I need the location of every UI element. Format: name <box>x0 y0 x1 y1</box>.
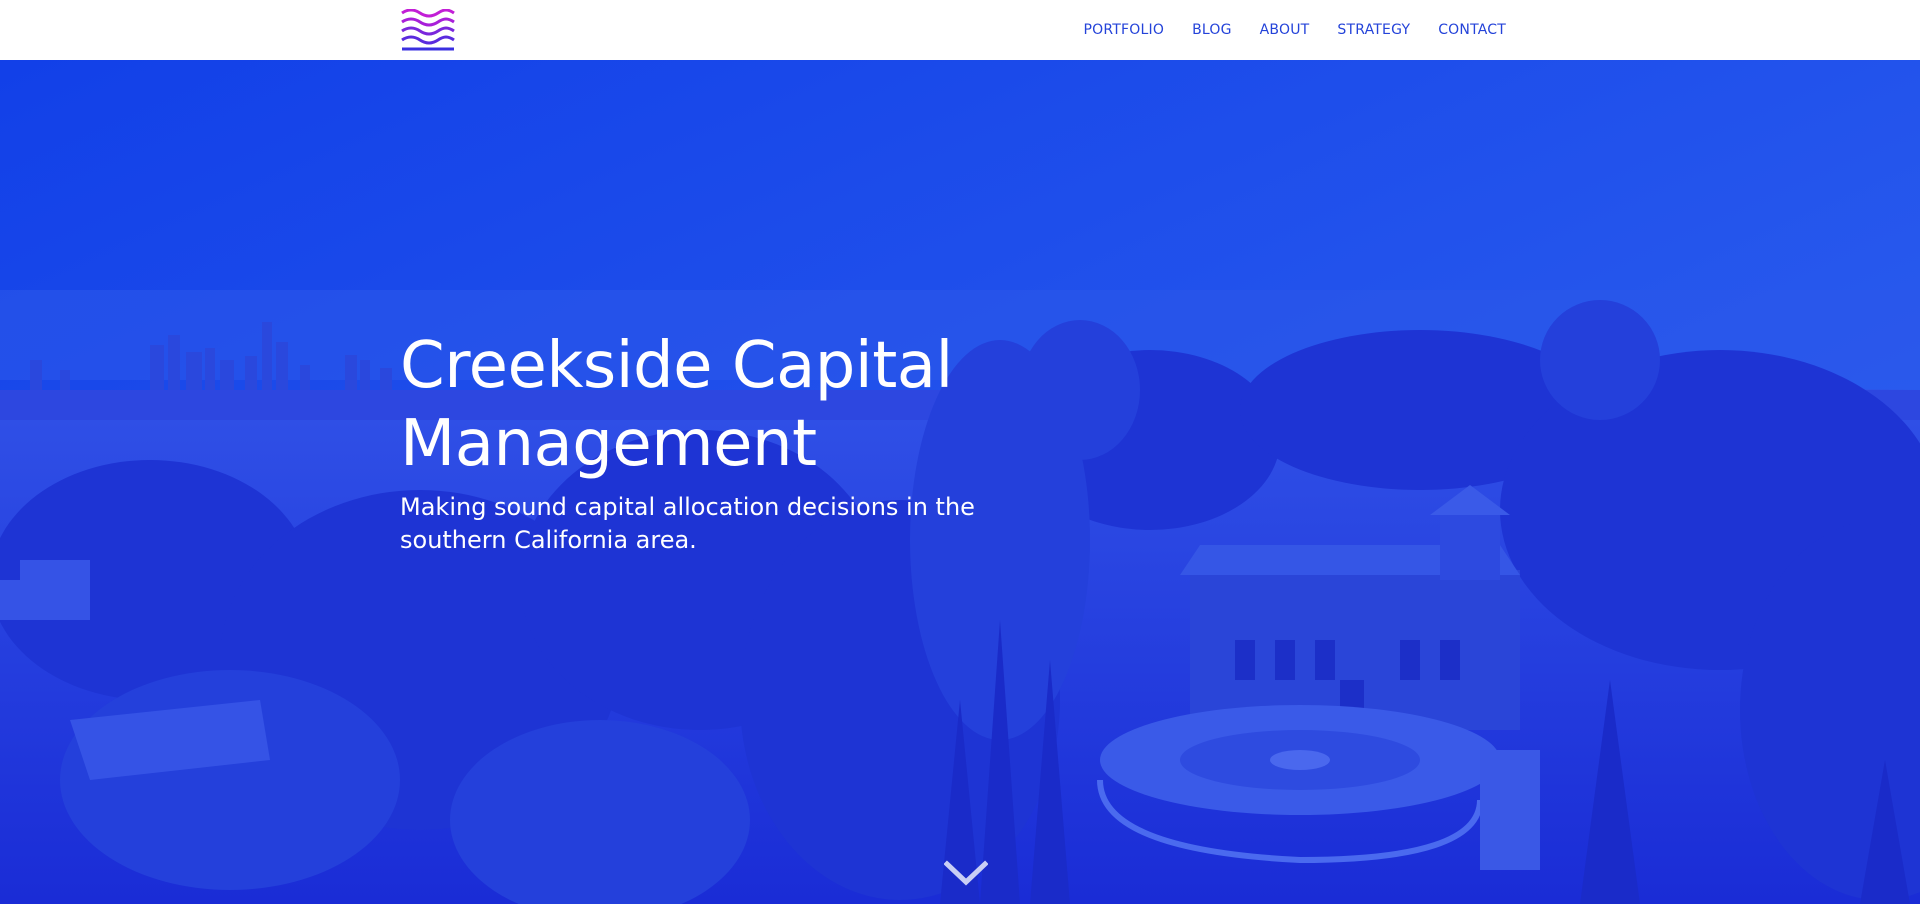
waves-logo-icon[interactable] <box>401 8 455 52</box>
hero-subtitle: Making sound capital allocation decision… <box>400 493 975 554</box>
chevron-down-icon[interactable] <box>943 858 989 888</box>
hero-content: Creekside Capital Management Making soun… <box>400 327 1020 557</box>
page-title: Creekside Capital Management <box>400 329 953 481</box>
nav-contact[interactable]: CONTACT <box>1438 22 1506 38</box>
hero-section: Creekside Capital Management Making soun… <box>0 60 1920 904</box>
site-header: PORTFOLIO BLOG ABOUT STRATEGY CONTACT <box>0 0 1920 60</box>
nav-strategy[interactable]: STRATEGY <box>1337 22 1410 38</box>
nav-about[interactable]: ABOUT <box>1260 22 1310 38</box>
main-nav: PORTFOLIO BLOG ABOUT STRATEGY CONTACT <box>1084 0 1506 60</box>
nav-portfolio[interactable]: PORTFOLIO <box>1084 22 1165 38</box>
nav-blog[interactable]: BLOG <box>1192 22 1232 38</box>
